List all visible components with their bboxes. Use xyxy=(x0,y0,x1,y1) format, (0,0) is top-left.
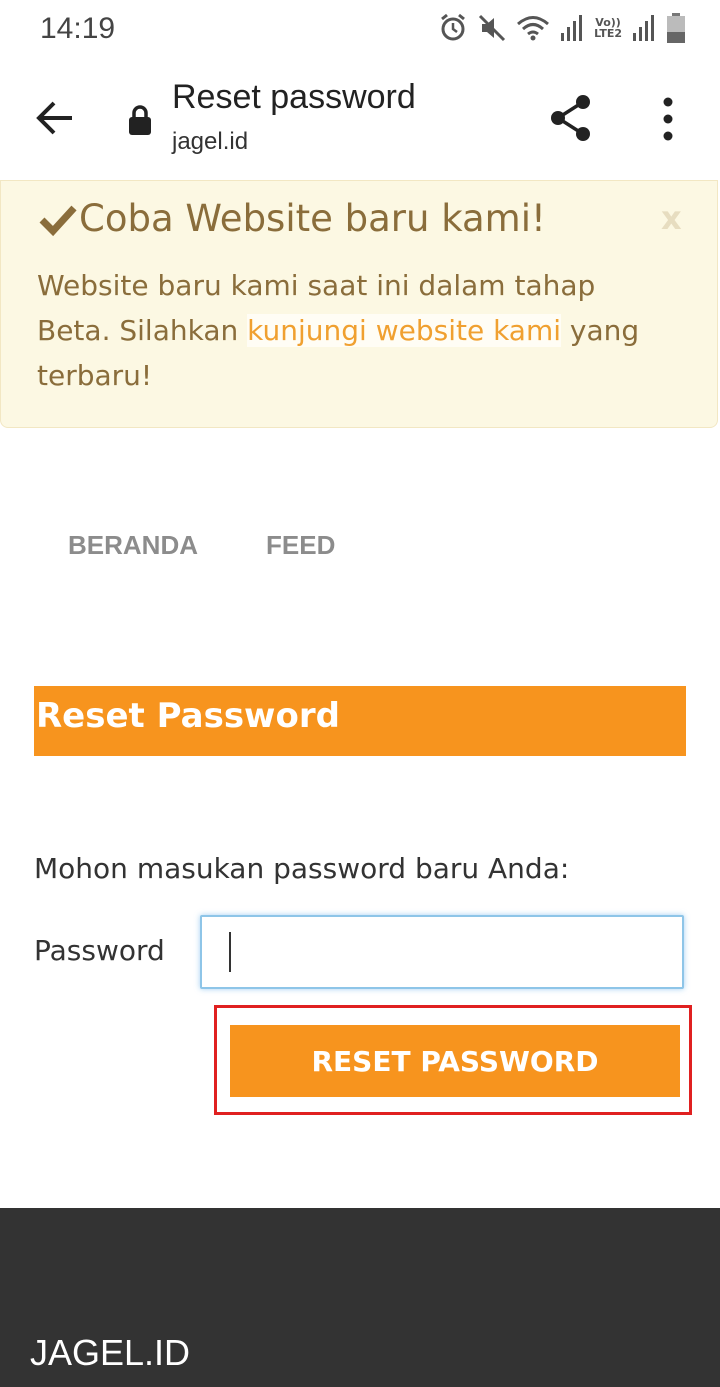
status-time: 14:19 xyxy=(40,12,116,45)
signal-icon xyxy=(561,15,583,41)
reset-password-button[interactable]: RESET PASSWORD xyxy=(230,1025,680,1097)
check-icon xyxy=(39,205,77,237)
browser-toolbar: Reset password jagel.id xyxy=(0,56,720,180)
battery-icon xyxy=(667,13,685,43)
password-label: Password xyxy=(34,934,165,967)
page-url[interactable]: jagel.id xyxy=(172,128,248,156)
nav-item-feed[interactable]: FEED xyxy=(266,530,335,561)
panel-heading-text: Reset Password xyxy=(36,696,340,736)
text-caret xyxy=(229,932,231,972)
status-bar: 14:19 Vo)) LTE2 xyxy=(0,0,720,56)
page-title: Reset password xyxy=(172,78,416,116)
back-arrow-icon[interactable] xyxy=(30,96,80,140)
lock-icon xyxy=(129,105,151,135)
alarm-icon xyxy=(441,13,466,41)
footer-brand[interactable]: JAGEL.ID xyxy=(30,1332,190,1374)
banner-close-button[interactable]: x xyxy=(661,199,682,237)
footer: JAGEL.ID xyxy=(0,1208,720,1387)
nav-item-beranda[interactable]: BERANDA xyxy=(68,530,198,561)
password-input[interactable] xyxy=(200,915,684,989)
share-icon[interactable] xyxy=(546,92,596,144)
signal-icon xyxy=(633,15,654,41)
banner-link[interactable]: kunjungi website kami xyxy=(247,314,562,347)
form-intro: Mohon masukan password baru Anda: xyxy=(34,852,570,885)
panel-heading: Reset Password xyxy=(34,686,686,756)
beta-banner: Coba Website baru kami! x Website baru k… xyxy=(0,180,718,428)
status-icons: Vo)) LTE2 xyxy=(438,12,686,44)
more-vert-icon[interactable] xyxy=(656,96,680,142)
banner-text: Website baru kami saat ini dalam tahap B… xyxy=(37,263,677,398)
banner-title: Coba Website baru kami! xyxy=(79,197,546,240)
main-nav: BERANDA FEED xyxy=(0,520,720,580)
mute-icon xyxy=(479,14,506,42)
lte-indicator: Vo)) LTE2 xyxy=(594,16,622,40)
wifi-icon xyxy=(517,16,550,41)
